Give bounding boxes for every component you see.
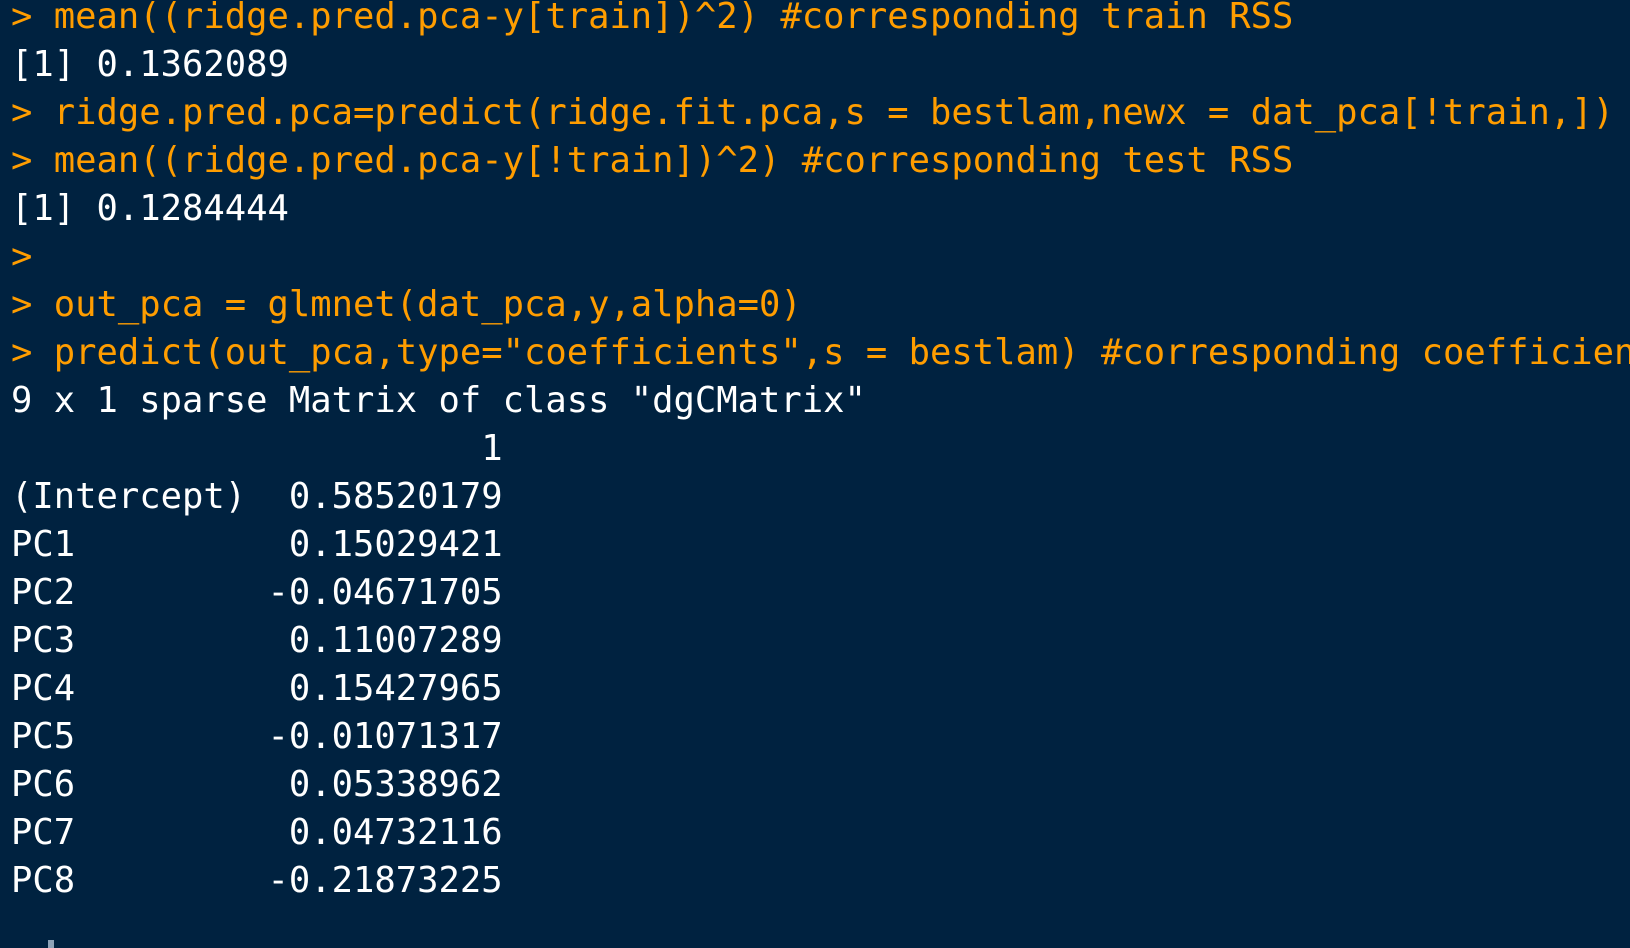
text-cursor xyxy=(48,940,54,948)
matrix-row: PC7 0.04732116 xyxy=(11,812,503,853)
r-console[interactable]: > mean((ridge.pred.pca-y[train])^2) #cor… xyxy=(0,0,1630,948)
console-input-line: > ridge.pred.pca=predict(ridge.fit.pca,s… xyxy=(11,92,1614,133)
console-prompt-line: > xyxy=(11,236,33,277)
matrix-row: PC2 -0.04671705 xyxy=(11,572,503,613)
matrix-row: PC8 -0.21873225 xyxy=(11,860,503,901)
matrix-header-line: 9 x 1 sparse Matrix of class "dgCMatrix" xyxy=(11,380,866,421)
matrix-row: PC5 -0.01071317 xyxy=(11,716,503,757)
console-output-line: [1] 0.1284444 xyxy=(11,188,289,229)
matrix-row: PC4 0.15427965 xyxy=(11,668,503,709)
matrix-column-header: 1 xyxy=(11,428,503,469)
matrix-row: PC1 0.15029421 xyxy=(11,524,503,565)
console-input-line: > out_pca = glmnet(dat_pca,y,alpha=0) xyxy=(11,284,802,325)
matrix-row: PC6 0.05338962 xyxy=(11,764,503,805)
console-input-line: > mean((ridge.pred.pca-y[!train])^2) #co… xyxy=(11,140,1294,181)
console-input-line: > mean((ridge.pred.pca-y[train])^2) #cor… xyxy=(11,0,1294,37)
console-output-line: [1] 0.1362089 xyxy=(11,44,289,85)
matrix-row: (Intercept) 0.58520179 xyxy=(11,476,503,517)
matrix-row: PC3 0.11007289 xyxy=(11,620,503,661)
console-input-line: > predict(out_pca,type="coefficients",s … xyxy=(11,332,1630,373)
